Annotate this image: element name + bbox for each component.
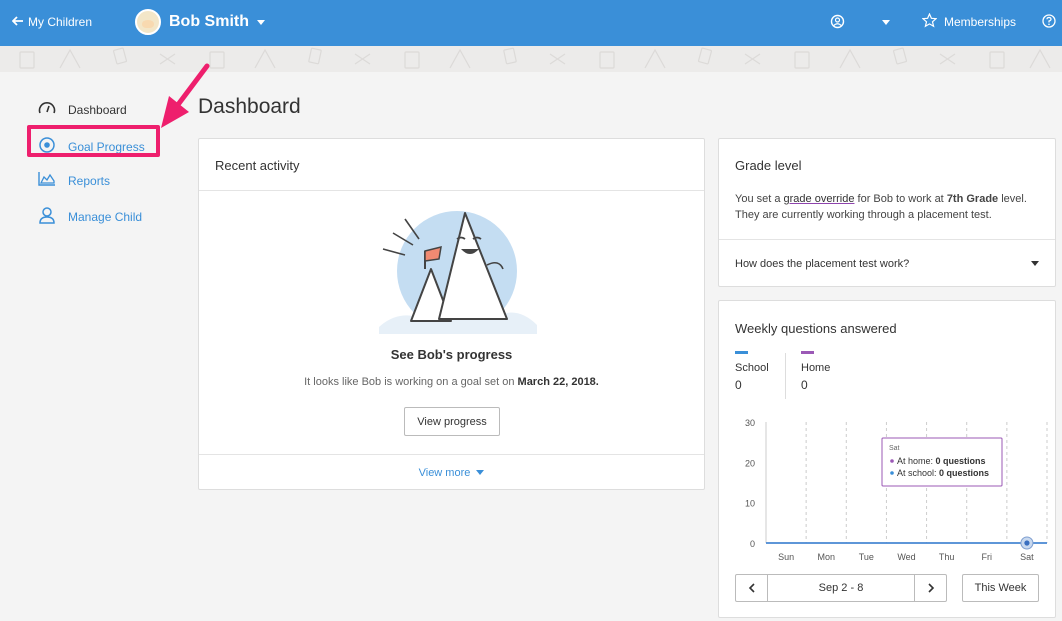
x-tick-label: Wed [897,552,915,562]
progress-title: See Bob's progress [390,347,513,362]
highlight-point [1024,540,1030,546]
tooltip-home-dot [890,459,894,463]
progress-date: March 22, 2018. [517,376,599,388]
week-range: Sep 2 - 8 [818,582,864,594]
tooltip-school-dot [890,471,894,475]
progress-text: It looks like Bob is working on a goal s… [199,376,704,388]
gauge-icon [38,100,56,119]
this-week-button[interactable]: This Week [962,574,1039,602]
memberships-link[interactable]: Memberships [921,12,1017,31]
grade-value: 7th Grade [946,193,999,205]
weekly-questions-card: Weekly questions answered School 0 Home … [718,300,1056,618]
y-tick-label: 30 [745,418,755,428]
child-avatar [135,9,161,35]
x-tick-label: Sun [778,552,794,562]
grade-level-card: Grade level You set a grade override for… [718,138,1056,287]
recent-activity-card: Recent activity See Bob's progress It lo… [198,138,705,490]
highlight-box [27,125,160,157]
accordion-label: How does the placement test work? [735,257,910,270]
back-label: My Children [28,15,93,29]
sidebar-item-reports[interactable]: Reports [38,171,110,190]
weekly-questions-chart: 0 10 20 30 Sun Mon Tue Wed Thu Fri Sat Sat At home: … [745,418,1048,562]
help-icon[interactable] [1042,14,1056,33]
y-tick-label: 20 [745,458,755,468]
week-navigator: Sep 2 - 8 [735,574,947,602]
previous-week-button[interactable] [736,575,768,601]
chevron-down-icon [476,470,485,475]
child-name: Bob Smith [169,13,249,30]
legend-home: Home 0 [801,351,830,392]
tooltip-school-line: At school: 0 questions [897,468,989,478]
x-tick-label: Tue [859,552,874,562]
placement-test-accordion[interactable]: How does the placement test work? [719,239,1055,287]
card-title: Grade level [735,158,802,173]
sidebar-item-label: Dashboard [68,102,127,117]
y-tick-label: 10 [745,499,755,509]
memberships-label: Memberships [944,15,1017,29]
legend-divider [785,353,786,399]
account-icon[interactable] [830,14,845,34]
account-menu-chevron-icon[interactable] [882,20,890,25]
x-tick-label: Sat [1020,552,1034,562]
view-more-button[interactable]: View more [199,454,704,490]
tooltip-day: Sat [889,445,900,452]
area-chart-icon [38,171,56,190]
sidebar-item-manage-child[interactable]: Manage Child [38,206,142,227]
grade-text-part: level. [1001,193,1027,205]
next-week-button[interactable] [914,575,946,601]
chevron-left-icon [748,583,755,593]
chevron-down-icon [257,19,265,25]
progress-text-body: It looks like Bob is working on a goal s… [304,376,515,388]
legend-value: 0 [801,378,808,392]
arrow-left-icon [11,15,24,29]
x-tick-label: Fri [982,552,993,562]
legend-school: School 0 [735,351,769,392]
card-title: Weekly questions answered [735,321,897,336]
sidebar-item-label: Manage Child [68,209,143,224]
legend-value: 0 [735,378,742,392]
chevron-right-icon [927,583,934,593]
x-tick-label: Mon [817,552,835,562]
card-title: Recent activity [199,139,704,191]
x-tick-label: Thu [939,552,955,562]
legend-label: Home [801,362,831,374]
top-bar: My Children Bob Smith Memberships [0,0,1062,46]
page-title: Dashboard [198,95,301,118]
star-icon [921,12,938,31]
view-more-label: View more [418,466,471,479]
person-icon [38,206,56,227]
grade-text-part: They are currently working through a pla… [735,209,992,221]
tooltip-home-line: At home: 0 questions [897,456,986,466]
y-tick-label: 0 [750,539,755,549]
grade-override-link[interactable]: grade override [784,193,855,205]
sidebar-item-label: Reports [68,173,111,188]
legend-swatch [801,351,814,354]
grade-description: You set a grade override for Bob to work… [735,191,1045,223]
sidebar-item-dashboard[interactable]: Dashboard [38,100,127,119]
view-progress-button[interactable]: View progress [404,407,500,436]
back-to-children-link[interactable]: My Children [11,15,93,29]
legend-label: School [735,362,769,374]
child-switcher[interactable]: Bob Smith [135,9,265,35]
legend-swatch [735,351,748,354]
grade-text-part: You set a [735,193,781,205]
mountain-mascot-illustration [369,209,539,339]
chevron-down-icon [1031,261,1039,266]
grade-text-part: for Bob to work at [857,193,944,205]
